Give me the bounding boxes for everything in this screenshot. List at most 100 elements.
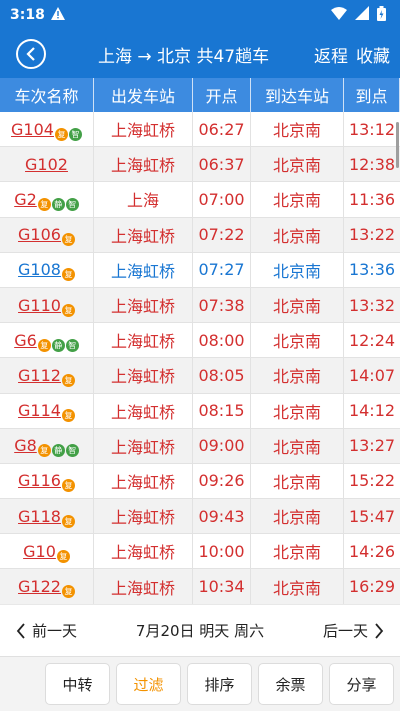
fuxing-badge: 复 <box>61 514 75 528</box>
train-row[interactable]: G118 复上海虹桥 09:43 北京南 15:47 <box>0 499 400 535</box>
train-row[interactable]: G104 复智上海虹桥 06:27 北京南 13:12 <box>0 112 400 148</box>
departure-time: 08:00 <box>193 323 251 358</box>
favorite-button[interactable]: 收藏 <box>356 42 390 67</box>
departure-time: 06:27 <box>193 112 251 147</box>
train-number[interactable]: G8 <box>14 436 37 455</box>
fuxing-badge: 复 <box>61 585 75 599</box>
quiet-badge: 静 <box>51 444 65 458</box>
col-arrival-station[interactable]: 到达车站 <box>251 78 344 112</box>
train-number[interactable]: G114 <box>18 401 61 420</box>
transfer-button[interactable]: 中转 <box>45 663 110 705</box>
arrival-station: 北京南 <box>251 463 344 499</box>
train-number-cell[interactable]: G10 复 <box>0 534 94 569</box>
train-number[interactable]: G104 <box>11 120 54 139</box>
train-number[interactable]: G118 <box>18 507 61 526</box>
col-arrival-time[interactable]: 到点 <box>344 78 400 112</box>
train-number[interactable]: G116 <box>18 471 61 490</box>
fuxing-badge: 复 <box>61 303 75 317</box>
train-number[interactable]: G112 <box>18 366 61 385</box>
train-number[interactable]: G108 <box>18 260 61 279</box>
share-button[interactable]: 分享 <box>329 663 394 705</box>
train-number[interactable]: G102 <box>25 155 68 174</box>
departure-station: 上海虹桥 <box>94 393 193 428</box>
departure-time: 10:00 <box>193 534 251 569</box>
arrival-time: 13:32 <box>348 295 396 315</box>
scrollbar-thumb[interactable] <box>396 122 399 168</box>
battery-icon <box>377 5 386 25</box>
return-trip-button[interactable]: 返程 <box>314 42 348 67</box>
departure-station: 上海虹桥 <box>94 569 193 604</box>
arrival-time: 12:38 <box>348 154 396 174</box>
train-number-cell[interactable]: G104 复智 <box>0 112 94 147</box>
arrival-time: 13:22 <box>348 225 396 245</box>
page-title: 上海 → 北京 共47趟车 <box>98 47 270 67</box>
arrival-station: 北京南 <box>251 217 344 252</box>
train-list[interactable]: G104 复智上海虹桥 06:27 北京南 13:12 G102 上海虹桥 06:37 北京南 1… <box>0 112 400 604</box>
signal-icon <box>355 6 369 24</box>
departure-time: 07:00 <box>193 182 251 217</box>
back-button[interactable] <box>16 39 46 69</box>
status-bar: 3:18 <box>0 0 400 30</box>
train-number-cell[interactable]: G116 复 <box>0 463 94 499</box>
train-row[interactable]: G110 复上海虹桥 07:38 北京南 13:32 <box>0 287 400 324</box>
train-number-cell[interactable]: G112 复 <box>0 358 94 393</box>
arrival-station: 北京南 <box>251 252 344 287</box>
smart-badge: 智 <box>65 197 79 211</box>
date-bar: 前一天 7月20日 明天 周六 后一天 <box>0 604 400 656</box>
train-number-cell[interactable]: G110 复 <box>0 287 94 323</box>
departure-station: 上海虹桥 <box>94 287 193 323</box>
train-number-cell[interactable]: G106 复 <box>0 217 94 252</box>
filter-button[interactable]: 过滤 <box>116 663 181 705</box>
train-row[interactable]: G114 复上海虹桥 08:15 北京南 14:12 <box>0 393 400 429</box>
departure-station: 上海虹桥 <box>94 428 193 463</box>
train-row[interactable]: G106 复上海虹桥 07:22 北京南 13:22 <box>0 217 400 253</box>
train-row[interactable]: G102 上海虹桥 06:37 北京南 12:38 <box>0 147 400 183</box>
train-number[interactable]: G122 <box>18 577 61 596</box>
train-number[interactable]: G10 <box>23 542 56 561</box>
train-number[interactable]: G2 <box>14 190 37 209</box>
train-row[interactable]: G2 复静智上海 07:00 北京南 11:36 <box>0 182 400 218</box>
train-number-cell[interactable]: G2 复静智 <box>0 182 94 217</box>
departure-time: 08:05 <box>193 358 251 393</box>
arrival-station: 北京南 <box>251 358 344 393</box>
col-departure-station[interactable]: 出发车站 <box>94 78 193 112</box>
remaining-tickets-button[interactable]: 余票 <box>258 663 323 705</box>
next-day-button[interactable]: 后一天 <box>323 620 384 641</box>
train-row[interactable]: G112 复上海虹桥 08:05 北京南 14:07 <box>0 358 400 394</box>
train-number-cell[interactable]: G108 复 <box>0 252 94 287</box>
arrival-station: 北京南 <box>251 112 344 147</box>
train-number-cell[interactable]: G102 <box>0 147 94 182</box>
arrival-station: 北京南 <box>251 534 344 569</box>
departure-time: 09:00 <box>193 428 251 463</box>
train-number[interactable]: G110 <box>18 296 61 315</box>
departure-station: 上海 <box>94 182 193 217</box>
date-label[interactable]: 7月20日 明天 周六 <box>136 620 264 641</box>
departure-time: 07:27 <box>193 252 251 287</box>
train-number-cell[interactable]: G118 复 <box>0 499 94 534</box>
train-number-cell[interactable]: G8 复静智 <box>0 428 94 463</box>
quiet-badge: 静 <box>51 338 65 352</box>
warning-icon <box>50 6 65 24</box>
train-row[interactable]: G122 复上海虹桥 10:34 北京南 16:29 <box>0 569 400 604</box>
train-number[interactable]: G6 <box>14 331 37 350</box>
departure-time: 09:43 <box>193 499 251 534</box>
train-row[interactable]: G108 复上海虹桥 07:27 北京南 13:36 <box>0 252 400 288</box>
train-number-cell[interactable]: G114 复 <box>0 393 94 428</box>
col-departure-time[interactable]: 开点 <box>193 78 251 112</box>
sort-button[interactable]: 排序 <box>187 663 252 705</box>
wifi-icon <box>331 6 347 24</box>
smart-badge: 智 <box>65 444 79 458</box>
app-header: 上海 → 北京 共47趟车 返程 收藏 <box>0 30 400 78</box>
fuxing-badge: 复 <box>56 549 70 563</box>
train-number-cell[interactable]: G122 复 <box>0 569 94 604</box>
train-number[interactable]: G106 <box>18 225 61 244</box>
train-row[interactable]: G116 复上海虹桥 09:26 北京南 15:22 <box>0 463 400 500</box>
departure-time: 07:22 <box>193 217 251 252</box>
train-row[interactable]: G10 复上海虹桥 10:00 北京南 14:26 <box>0 534 400 570</box>
train-row[interactable]: G8 复静智上海虹桥 09:00 北京南 13:27 <box>0 428 400 464</box>
col-train-name[interactable]: 车次名称 <box>0 78 94 112</box>
departure-station: 上海虹桥 <box>94 534 193 569</box>
prev-day-button[interactable]: 前一天 <box>16 620 77 641</box>
train-row[interactable]: G6 复静智上海虹桥 08:00 北京南 12:24 <box>0 323 400 359</box>
train-number-cell[interactable]: G6 复静智 <box>0 323 94 358</box>
